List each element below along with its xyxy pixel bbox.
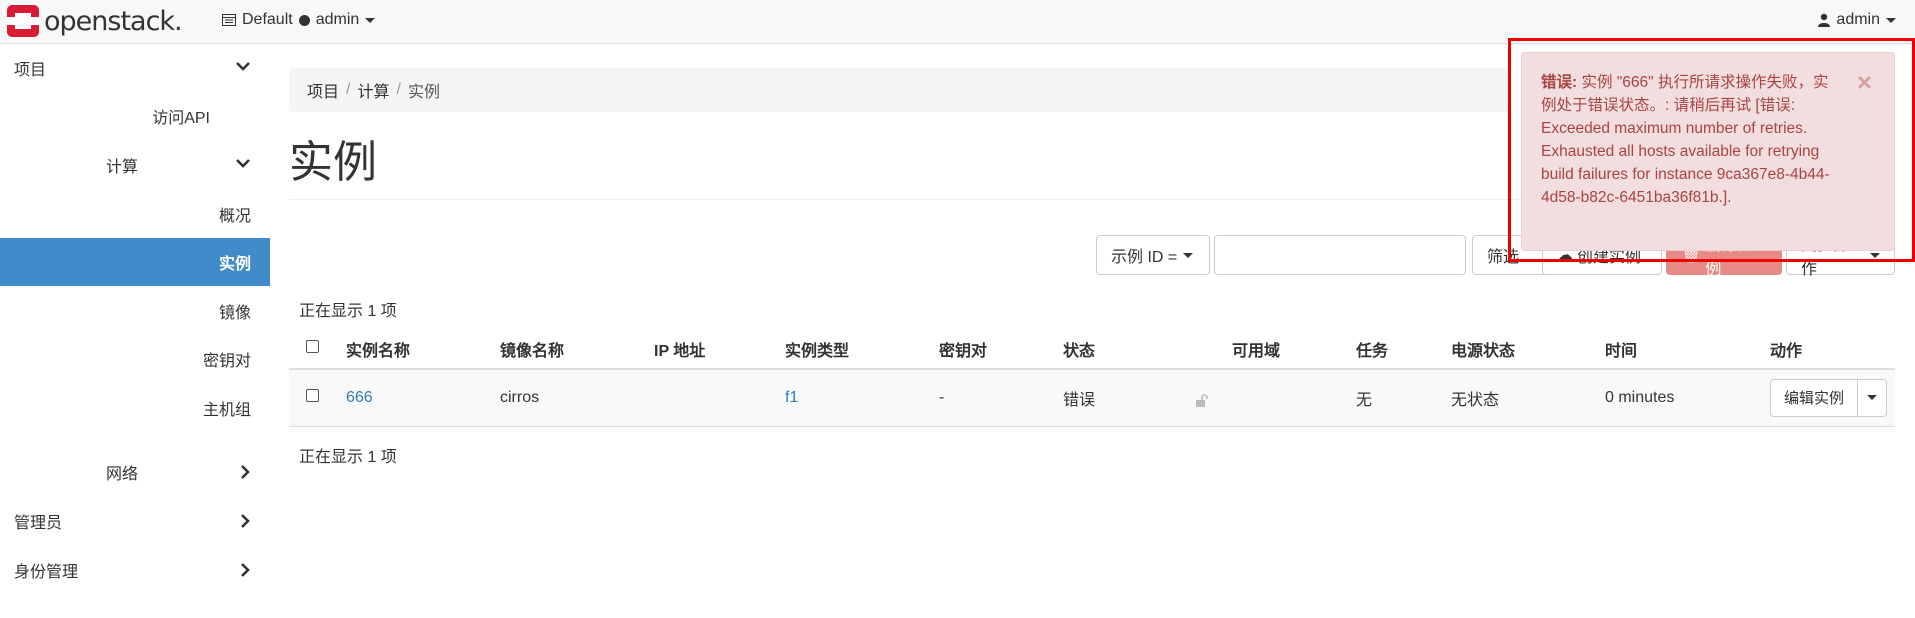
actions-cell: 编辑实例 [1770,369,1895,427]
project-icon [222,14,236,26]
power-state-cell: 无状态 [1451,369,1605,427]
column-header[interactable]: 时间 [1605,329,1770,370]
project-domain: Default [242,11,293,28]
instance-name-cell: 666 [346,369,500,427]
status-cell: 错误 [1063,369,1232,427]
sidebar-item-admin[interactable]: 管理员 [0,497,270,545]
sidebar-item-overview[interactable]: 概况 [0,190,270,238]
sidebar-item-project[interactable]: 项目 [0,44,270,92]
sidebar-item-images[interactable]: 镜像 [0,287,270,335]
sidebar-item-label: 实例 [218,256,251,273]
breadcrumb-item-compute[interactable]: 计算 [357,78,389,102]
row-checkbox[interactable] [306,388,319,402]
breadcrumb-item-instances: 实例 [407,84,440,101]
task-cell: 无 [1356,369,1451,427]
sidebar-item-network[interactable]: 网络 [0,448,270,496]
sidebar-item-label: 概况 [218,208,251,225]
column-header[interactable]: 实例类型 [785,329,939,370]
filter-field-label: 示例 ID = [1111,249,1178,266]
column-header[interactable]: IP 地址 [654,329,785,370]
sidebar-item-keypairs[interactable]: 密钥对 [0,335,270,383]
age-cell: 0 minutes [1605,369,1770,427]
instances-table: 实例名称 镜像名称 IP 地址 实例类型 密钥对 状态 可用域 任务 电源状态 … [289,329,1895,427]
alert-label: 错误: [1541,74,1578,91]
column-header[interactable]: 密钥对 [939,329,1063,370]
project-picker[interactable]: Default admin [222,11,376,29]
sidebar-item-identity[interactable]: 身份管理 [0,546,270,594]
project-name: admin [315,11,360,28]
sidebar-item-label: 网络 [106,466,139,483]
caret-down-icon [1870,252,1880,258]
openstack-logo[interactable]: openstack. [6,4,183,38]
item-count-bottom: 正在显示 1 项 [299,449,397,466]
availability-zone-cell [1232,369,1356,427]
breadcrumb-separator: / [346,81,351,98]
item-count-top: 正在显示 1 项 [299,303,397,320]
flavor-link[interactable]: f1 [785,389,798,406]
table-header-row: 实例名称 镜像名称 IP 地址 实例类型 密钥对 状态 可用域 任务 电源状态 … [289,329,1895,370]
column-header[interactable]: 电源状态 [1451,329,1605,370]
status-text: 错误 [1063,391,1096,409]
chevron-down-icon [236,159,250,168]
sidebar-item-access-api[interactable]: 访问API [0,92,270,140]
filter-field-select[interactable]: 示例 ID = [1096,235,1210,275]
row-actions-group: 编辑实例 [1770,378,1888,417]
instance-name-link[interactable]: 666 [346,389,373,406]
sidebar-item-label: 计算 [106,159,139,176]
row-actions-dropdown[interactable] [1858,380,1886,416]
caret-down-icon [1183,252,1194,258]
sidebar-item-label: 主机组 [202,402,251,419]
logo-text: openstack. [44,5,183,37]
column-header[interactable]: 镜像名称 [500,329,654,370]
sidebar-item-compute[interactable]: 计算 [0,141,270,189]
table-row: 666 cirros f1 - 错误 无 无状态 0 minutes 编辑实例 [289,369,1895,427]
column-header[interactable]: 实例名称 [346,329,500,370]
filter-button-label: 筛选 [1487,249,1520,266]
user-name: admin [1836,11,1880,28]
sidebar-item-label: 镜像 [218,305,251,322]
row-select-cell [289,369,346,427]
top-navbar: openstack. Default admin admin [0,0,1915,44]
caret-down-icon [1886,17,1896,23]
breadcrumb-item-project[interactable]: 项目 [307,78,339,102]
sidebar-item-server-groups[interactable]: 主机组 [0,384,270,432]
select-all-column [289,329,346,370]
sidebar-item-label: 密钥对 [202,353,251,370]
alert-message: 实例 "666" 执行所请求操作失败，实例处于错误状态。: 请稍后再试 [错误:… [1541,74,1830,206]
filter-input[interactable] [1214,235,1466,275]
edit-instance-button[interactable]: 编辑实例 [1771,379,1859,416]
column-header[interactable]: 可用域 [1232,329,1356,370]
caret-down-icon [365,17,376,23]
chevron-right-icon [241,563,250,577]
sidebar-item-label: 身份管理 [14,564,79,581]
user-icon [1818,13,1831,27]
image-name-cell: cirros [500,369,654,427]
unlock-icon [1196,393,1209,407]
error-alert: × 错误: 实例 "666" 执行所请求操作失败，实例处于错误状态。: 请稍后再… [1521,52,1895,251]
chevron-down-icon [236,62,250,71]
sidebar-item-label: 管理员 [14,515,63,532]
column-header[interactable]: 状态 [1063,329,1232,370]
sidebar-item-label: 访问API [152,110,210,127]
close-icon[interactable]: × [1857,69,1872,95]
separator-dot-icon [298,14,310,26]
sidebar: 项目 访问API 计算 概况 实例 镜像 密钥对 主机组 网络 管理员 身份管理 [0,44,270,618]
select-all-checkbox[interactable] [306,339,319,353]
sidebar-item-label: 项目 [14,62,47,79]
ip-address-cell [654,369,785,427]
breadcrumb: 项目 / 计算 / 实例 [289,68,1509,112]
chevron-right-icon [241,514,250,528]
openstack-logo-icon [7,5,39,37]
caret-down-icon [1867,395,1878,401]
user-menu[interactable]: admin [1818,11,1896,29]
keypair-cell: - [939,369,1063,427]
column-header: 动作 [1770,329,1895,370]
chevron-right-icon [241,465,250,479]
column-header[interactable]: 任务 [1356,329,1451,370]
breadcrumb-separator: / [396,81,401,98]
flavor-cell: f1 [785,369,939,427]
page-title: 实例 [289,138,377,187]
sidebar-item-instances[interactable]: 实例 [0,238,270,286]
